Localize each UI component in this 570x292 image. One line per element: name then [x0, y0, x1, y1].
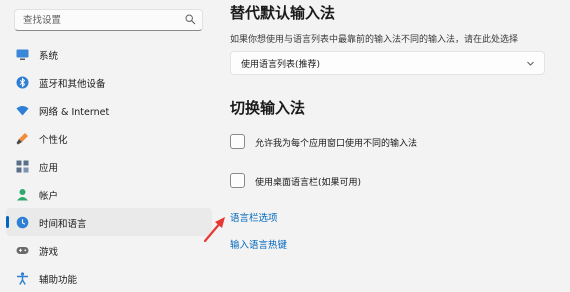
- sidebar-item-label: 系统: [39, 51, 59, 62]
- person-icon: [17, 189, 28, 201]
- paintbrush-icon: [16, 133, 28, 145]
- sidebar-item-label: 个性化: [39, 135, 68, 146]
- search-input[interactable]: [23, 12, 183, 28]
- sidebar-item-label: 网络 & Internet: [39, 107, 110, 118]
- sidebar-item-bluetooth[interactable]: 蓝牙和其他设备: [6, 68, 212, 96]
- sidebar-item-label: 应用: [39, 163, 59, 174]
- override-input-method-title: 替代默认输入法: [230, 4, 336, 22]
- main-content: 替代默认输入法 如果你想使用与语言列表中最靠前的输入法不同的输入法，请在此处选择…: [212, 0, 570, 288]
- chevron-down-icon: [527, 61, 534, 66]
- input-language-hotkeys-link[interactable]: 输入语言热键: [230, 237, 287, 251]
- override-input-method-description: 如果你想使用与语言列表中最靠前的输入法不同的输入法，请在此处选择: [230, 35, 519, 45]
- sidebar-item-label: 蓝牙和其他设备: [39, 79, 106, 90]
- switch-input-method-title: 切换输入法: [230, 99, 306, 117]
- sidebar-item-personalization[interactable]: 个性化: [6, 124, 212, 152]
- sidebar-item-apps[interactable]: 应用: [6, 152, 212, 180]
- per-app-input-method-row: 允许我为每个应用窗口使用不同的输入法: [230, 134, 550, 152]
- sidebar-item-label: 帐户: [39, 191, 59, 202]
- sidebar: 系统 蓝牙和其他设备 网络 & Internet 个性化: [0, 0, 212, 288]
- sidebar-item-label: 辅助功能: [39, 275, 78, 286]
- language-bar-options-link[interactable]: 语言栏选项: [230, 210, 278, 224]
- wifi-icon: [16, 106, 29, 116]
- desktop-language-bar-checkbox[interactable]: [230, 173, 245, 188]
- sidebar-item-time-language[interactable]: 时间和语言: [6, 208, 212, 236]
- apps-icon: [16, 160, 29, 173]
- accessibility-icon: [17, 272, 28, 285]
- desktop-language-bar-label: 使用桌面语言栏(如果可用): [255, 178, 362, 188]
- dropdown-selected-value: 使用语言列表(推荐): [241, 60, 321, 70]
- globe-clock-icon: [16, 216, 29, 229]
- gamepad-icon: [16, 247, 29, 254]
- red-annotation-arrow-icon: [203, 217, 225, 243]
- sidebar-item-system[interactable]: 系统: [6, 40, 212, 68]
- default-input-method-dropdown[interactable]: 使用语言列表(推荐): [230, 51, 545, 75]
- search-box[interactable]: [14, 9, 203, 31]
- sidebar-nav: 系统 蓝牙和其他设备 网络 & Internet 个性化 应用 帐户 时间和语言…: [6, 40, 212, 292]
- search-icon[interactable]: [185, 14, 196, 25]
- monitor-icon: [16, 49, 29, 60]
- sidebar-item-gaming[interactable]: 游戏: [6, 236, 212, 264]
- desktop-language-bar-row: 使用桌面语言栏(如果可用): [230, 173, 550, 191]
- sidebar-item-accounts[interactable]: 帐户: [6, 180, 212, 208]
- sidebar-item-network[interactable]: 网络 & Internet: [6, 96, 212, 124]
- per-app-input-method-checkbox[interactable]: [230, 134, 245, 149]
- bluetooth-icon: [16, 76, 29, 89]
- sidebar-item-label: 游戏: [39, 247, 59, 258]
- per-app-input-method-label: 允许我为每个应用窗口使用不同的输入法: [255, 139, 418, 149]
- sidebar-item-label: 时间和语言: [39, 219, 87, 230]
